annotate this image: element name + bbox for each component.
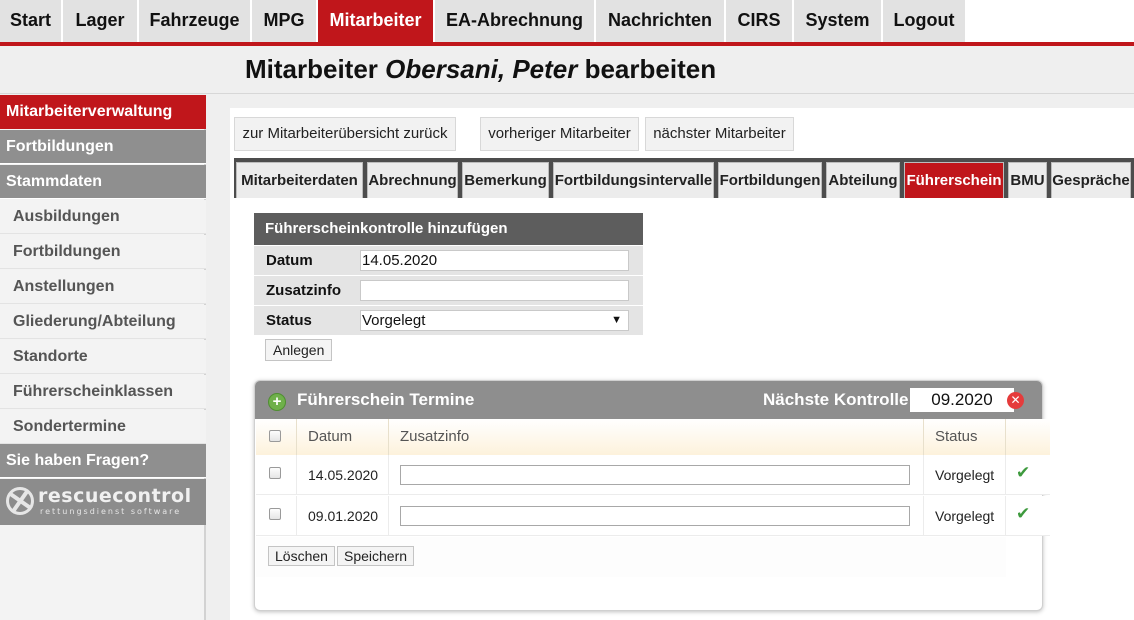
column-divider [296,496,297,536]
nav-cirs[interactable]: CIRS [726,0,792,42]
table-header: Datum Zusatzinfo Status [256,419,1050,455]
dropdown-arrow-icon: ▼ [611,314,622,326]
row-checkbox[interactable] [269,508,281,520]
status-select-value: Vorgelegt [362,312,426,329]
tab-mitarbeiterdaten[interactable]: Mitarbeiterdaten [236,162,363,198]
sidebar-item-fuehrerscheinklassen[interactable]: Führerscheinklassen [0,375,206,409]
table-row: 09.01.2020 Vorgelegt ✔ [256,496,1050,536]
employee-name: Obersani, Peter [385,54,578,84]
clear-close-icon[interactable]: ✕ [1007,392,1024,409]
sidebar-item-anstellungen[interactable]: Anstellungen [0,270,206,304]
termine-panel: + Führerschein Termine Nächste Kontrolle… [254,380,1050,611]
rescuecontrol-logo: rescuecontrol rettungsdienst software [0,479,206,525]
sidebar-item-sondertermine[interactable]: Sondertermine [0,410,206,444]
save-button[interactable]: Speichern [337,546,415,566]
column-divider [1005,455,1006,495]
row-datum: 14.05.2020 [308,467,379,483]
column-divider [1005,496,1006,536]
row-status: Vorgelegt [935,467,995,483]
logo-text: rescuecontrol [38,485,192,507]
row-datum: 09.01.2020 [308,508,379,524]
back-to-overview-button[interactable]: zur Mitarbeiterübersicht zurück [234,117,456,151]
nav-start[interactable]: Start [0,0,61,42]
zusatzinfo-label: Zusatzinfo [266,282,341,299]
row-zusatzinfo-input[interactable] [400,506,910,526]
column-divider [388,419,389,455]
nav-mpg[interactable]: MPG [252,0,316,42]
tab-fortbildungen[interactable]: Fortbildungen [718,162,822,198]
tab-bmu[interactable]: BMU [1008,162,1047,198]
sidebar-item-fortbildungen-sub[interactable]: Fortbildungen [0,235,206,269]
col-header-status: Status [935,428,978,445]
termine-panel-header: + Führerschein Termine Nächste Kontrolle… [255,381,1042,419]
column-divider [296,419,297,455]
column-divider [923,455,924,495]
column-divider [923,419,924,455]
sidebar-item-standorte[interactable]: Standorte [0,340,206,374]
sidebar-item-gliederung[interactable]: Gliederung/Abteilung [0,305,206,339]
column-divider [1005,419,1006,455]
sidebar-item-mitarbeiterverwaltung[interactable]: Mitarbeiterverwaltung [0,95,206,129]
form-row-datum: Datum 14.05.2020 [254,246,643,276]
tab-fortbildungsintervalle[interactable]: Fortbildungsintervalle [553,162,714,198]
sidebar: Mitarbeiterverwaltung Fortbildungen Stam… [0,95,206,620]
nav-lager[interactable]: Lager [63,0,137,42]
next-check-label: Nächste Kontrolle [763,390,909,409]
previous-employee-button[interactable]: vorheriger Mitarbeiter [480,117,639,151]
sidebar-item-fortbildungen[interactable]: Fortbildungen [0,130,206,164]
next-employee-button[interactable]: nächster Mitarbeiter [645,117,794,151]
column-divider [388,496,389,536]
delete-button[interactable]: Löschen [268,546,335,566]
tab-fuehrerschein[interactable]: Führerschein [904,162,1004,198]
nav-nachrichten[interactable]: Nachrichten [596,0,724,42]
column-divider [296,455,297,495]
col-header-zusatzinfo: Zusatzinfo [400,428,470,445]
title-prefix: Mitarbeiter [245,54,378,84]
tab-bemerkung[interactable]: Bemerkung [462,162,549,198]
row-zusatzinfo-input[interactable] [400,465,910,485]
add-check-header: Führerscheinkontrolle hinzufügen [254,213,643,245]
tab-abteilung[interactable]: Abteilung [826,162,900,198]
nav-system[interactable]: System [794,0,881,42]
sidebar-item-ausbildungen[interactable]: Ausbildungen [0,200,206,234]
logo-subtext: rettungsdienst software [40,507,182,516]
status-select[interactable]: Vorgelegt ▼ [360,310,629,331]
top-navigation: Start Lager Fahrzeuge MPG Mitarbeiter EA… [0,0,1134,42]
termine-title: Führerschein Termine [297,390,475,409]
tab-gespraeche[interactable]: Gespräche [1051,162,1131,198]
nav-ea-abrechnung[interactable]: EA-Abrechnung [435,0,594,42]
row-checkbox[interactable] [269,467,281,479]
form-row-zusatzinfo: Zusatzinfo [254,276,643,306]
row-status: Vorgelegt [935,508,995,524]
checkmark-icon: ✔ [1016,504,1031,523]
checkmark-icon: ✔ [1016,463,1031,482]
datum-label: Datum [266,252,313,269]
datum-input[interactable]: 14.05.2020 [360,250,629,271]
anlegen-button[interactable]: Anlegen [265,339,333,361]
column-divider [923,496,924,536]
nav-mitarbeiter[interactable]: Mitarbeiter [318,0,433,42]
zusatzinfo-input[interactable] [360,280,629,301]
nav-fahrzeuge[interactable]: Fahrzeuge [139,0,250,42]
col-header-datum: Datum [308,428,353,445]
table-row: 14.05.2020 Vorgelegt ✔ [256,455,1050,495]
status-label: Status [266,312,312,329]
title-suffix: bearbeiten [584,54,717,84]
form-row-status: Status Vorgelegt ▼ [254,306,643,336]
next-check-input[interactable]: 09.2020 [910,388,1014,412]
nav-logout[interactable]: Logout [883,0,965,42]
select-all-checkbox[interactable] [269,430,281,442]
page-title: Mitarbeiter Obersani, Peter bearbeiten [245,54,716,85]
tab-abrechnung[interactable]: Abrechnung [367,162,458,198]
logo-emblem-icon [6,487,34,515]
sidebar-item-stammdaten[interactable]: Stammdaten [0,165,206,199]
add-plus-icon[interactable]: + [268,393,286,411]
sidebar-item-fragen[interactable]: Sie haben Fragen? [0,444,206,478]
column-divider [388,455,389,495]
